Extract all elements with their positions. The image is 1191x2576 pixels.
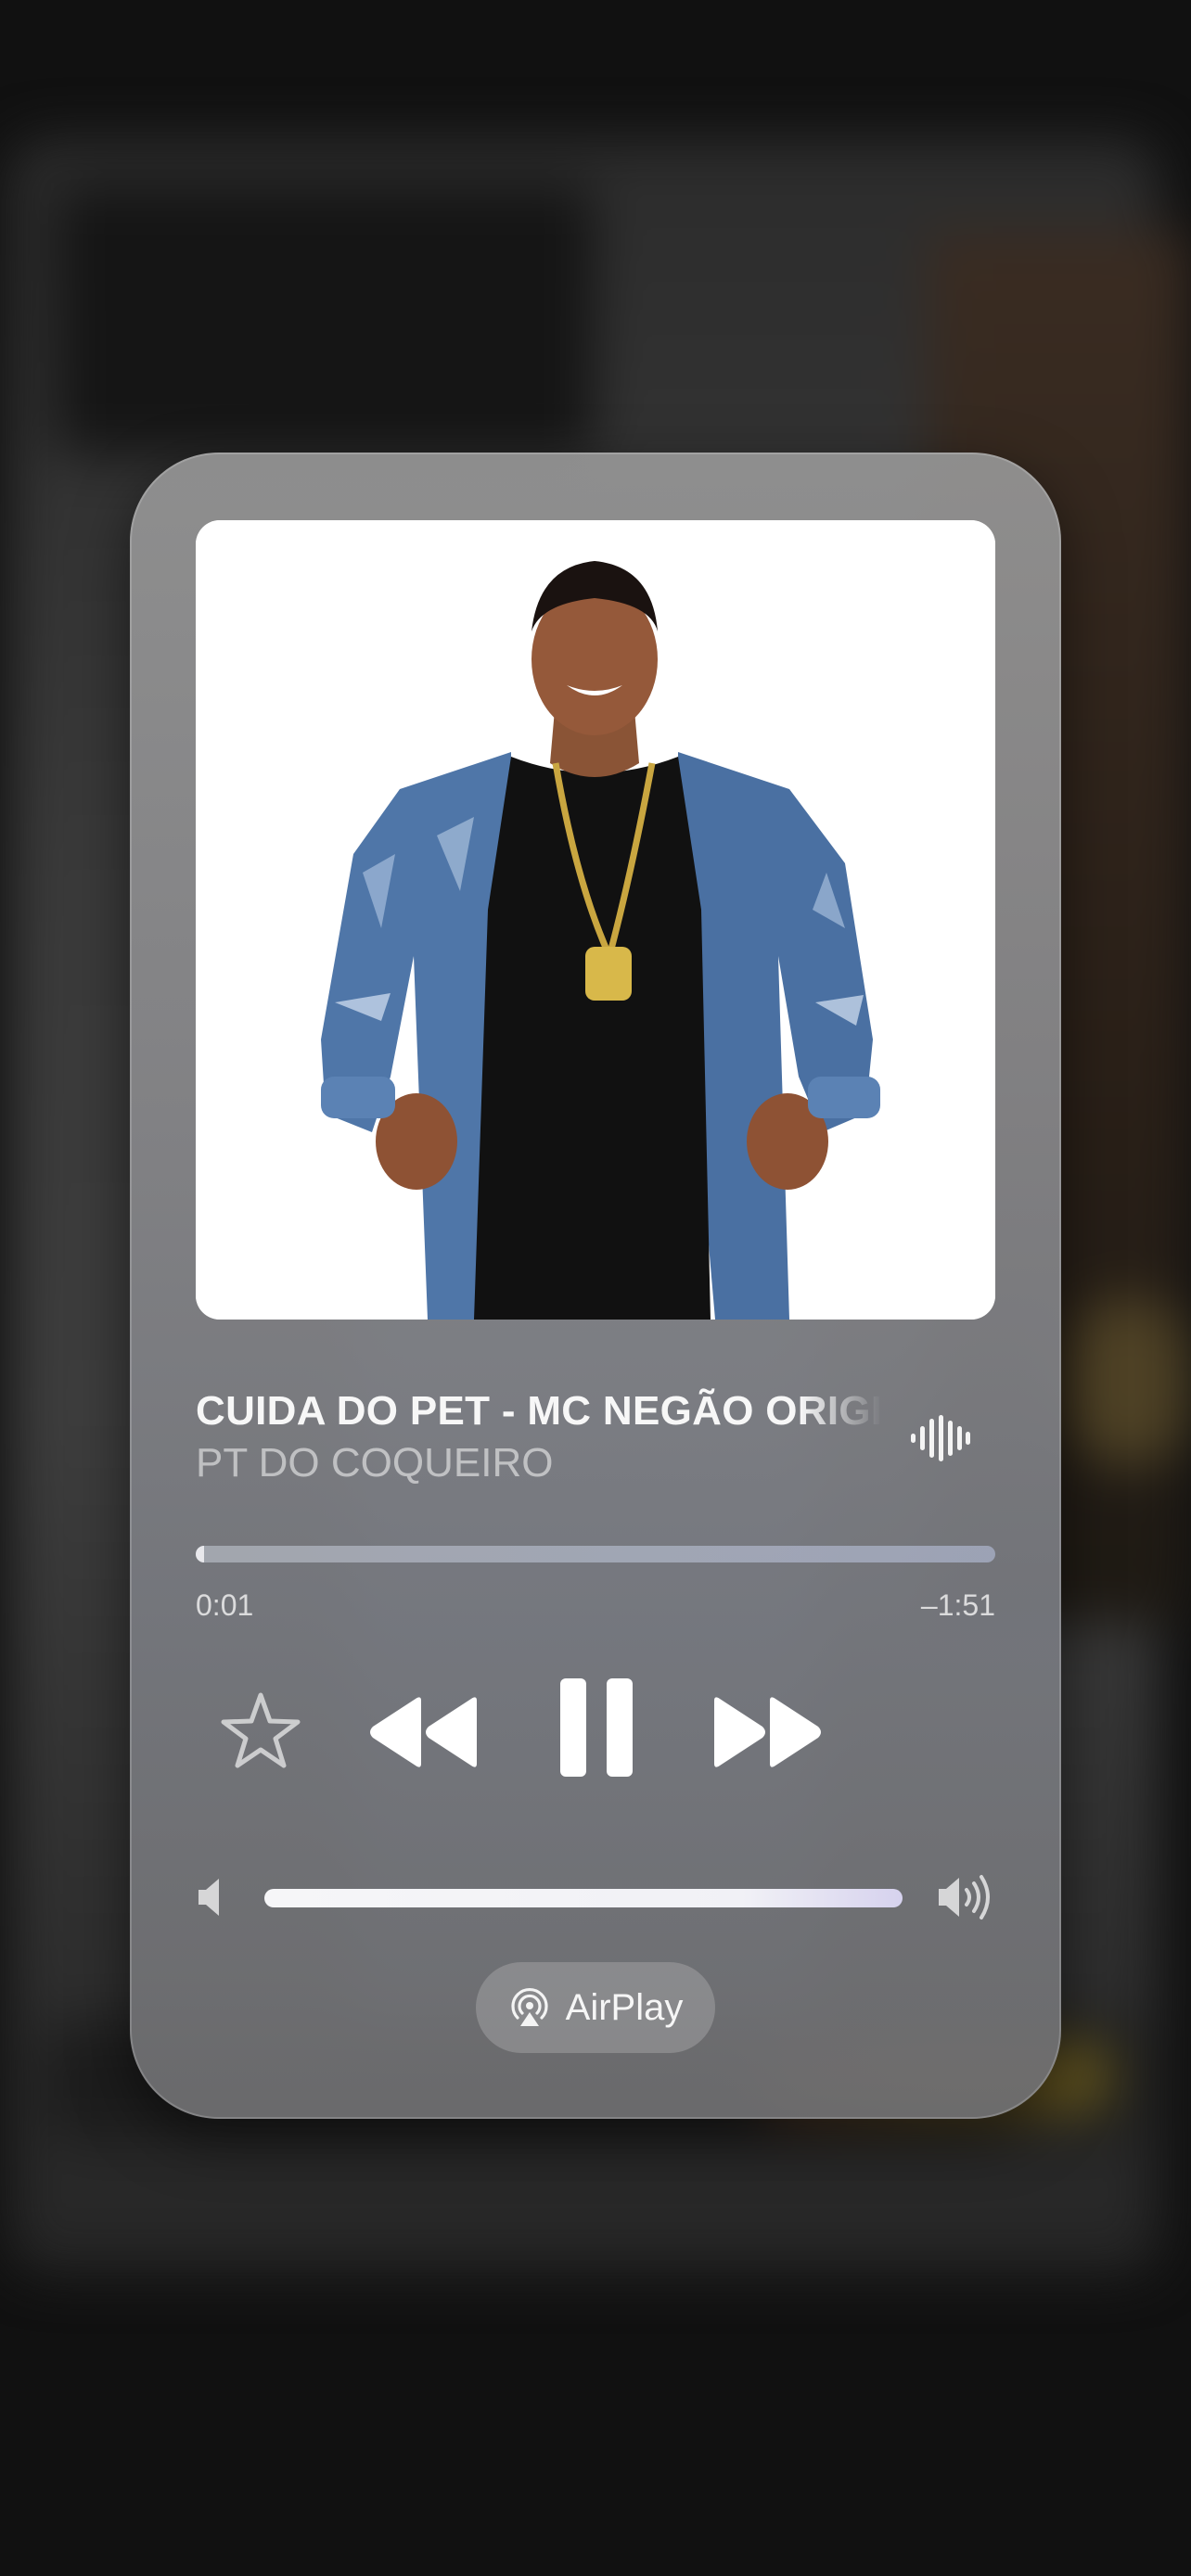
- remaining-time: –1:51: [920, 1588, 995, 1622]
- airplay-button[interactable]: AirPlay: [476, 1962, 715, 2053]
- favorite-button[interactable]: [219, 1690, 302, 1773]
- airplay-label: AirPlay: [565, 1986, 684, 2028]
- pause-button[interactable]: [555, 1677, 638, 1779]
- pause-icon: [560, 1678, 633, 1777]
- fast-forward-button[interactable]: [711, 1695, 824, 1769]
- waveform-icon: [911, 1415, 970, 1461]
- airplay-icon: [508, 1986, 551, 2029]
- playback-scrubber[interactable]: [196, 1546, 995, 1562]
- track-info[interactable]: CUIDA DO PET - MC NEGÃO ORIGINAL PT DO C…: [196, 1385, 882, 1489]
- star-icon: [221, 1692, 301, 1768]
- volume-high-icon: [937, 1873, 994, 1921]
- song-artist: PT DO COQUEIRO: [196, 1440, 554, 1486]
- album-artwork: [196, 520, 995, 1320]
- now-playing-card: CUIDA DO PET - MC NEGÃO ORIGINAL PT DO C…: [130, 453, 1061, 2119]
- elapsed-time: 0:01: [196, 1588, 254, 1622]
- volume-slider[interactable]: [264, 1889, 903, 1907]
- rewind-icon: [370, 1697, 477, 1767]
- fast-forward-icon: [714, 1697, 821, 1767]
- screen: CUIDA DO PET - MC NEGÃO ORIGINAL PT DO C…: [0, 0, 1191, 2576]
- volume-low-icon: [197, 1877, 226, 1918]
- song-title: CUIDA DO PET - MC NEGÃO ORIGINAL: [196, 1388, 882, 1434]
- rewind-button[interactable]: [367, 1695, 480, 1769]
- playback-progress-fill: [196, 1546, 204, 1562]
